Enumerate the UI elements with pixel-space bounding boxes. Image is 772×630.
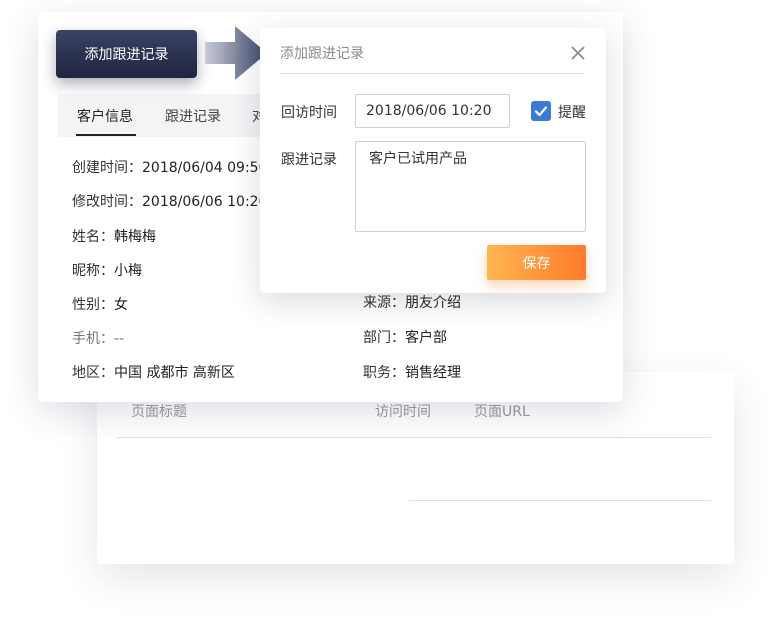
info-department: 部门：客户部 xyxy=(363,330,447,346)
column-header-page-title: 页面标题 xyxy=(131,404,187,420)
info-nickname: 昵称：小梅 xyxy=(72,263,142,279)
check-icon xyxy=(534,106,548,117)
dialog-title: 添加跟进记录 xyxy=(280,46,364,62)
tab-follow-up-records[interactable]: 跟进记录 xyxy=(165,106,221,126)
column-header-page-url: 页面URL xyxy=(474,404,530,420)
follow-up-record-textarea[interactable]: 客户已试用产品 xyxy=(355,141,586,232)
info-name: 姓名：韩梅梅 xyxy=(72,229,156,245)
add-follow-up-label: 添加跟进记录 xyxy=(84,47,169,63)
remind-label: 提醒 xyxy=(558,105,586,121)
table-row-divider xyxy=(409,500,711,501)
info-created-time: 创建时间：2018/06/04 09:50 xyxy=(72,160,268,176)
dialog-divider xyxy=(280,73,584,74)
info-source: 来源：朋友介绍 xyxy=(363,295,461,311)
tab-customer-info[interactable]: 客户信息 xyxy=(77,106,133,126)
info-position: 职务：销售经理 xyxy=(363,365,461,381)
save-button[interactable]: 保存 xyxy=(487,245,586,280)
follow-up-record-label: 跟进记录 xyxy=(281,152,337,168)
info-region: 地区：中国 成都市 高新区 xyxy=(72,365,235,381)
remind-checkbox[interactable] xyxy=(531,101,551,121)
close-icon[interactable] xyxy=(569,44,587,62)
add-follow-up-button[interactable]: 添加跟进记录 xyxy=(56,30,197,78)
column-header-visit-time: 访问时间 xyxy=(375,404,431,420)
info-phone: 手机：-- xyxy=(72,331,125,347)
info-modified-time: 修改时间：2018/06/06 10:20 xyxy=(72,194,268,210)
table-header-divider xyxy=(117,437,711,438)
visit-time-label: 回访时间 xyxy=(281,105,337,121)
active-tab-indicator xyxy=(76,134,136,136)
save-button-label: 保存 xyxy=(522,255,551,272)
info-gender: 性别：女 xyxy=(72,297,128,313)
visit-time-input[interactable]: 2018/06/06 10:20 xyxy=(355,94,510,128)
add-follow-up-dialog: 添加跟进记录 回访时间 2018/06/06 10:20 提醒 跟进记录 客户已… xyxy=(260,28,606,293)
